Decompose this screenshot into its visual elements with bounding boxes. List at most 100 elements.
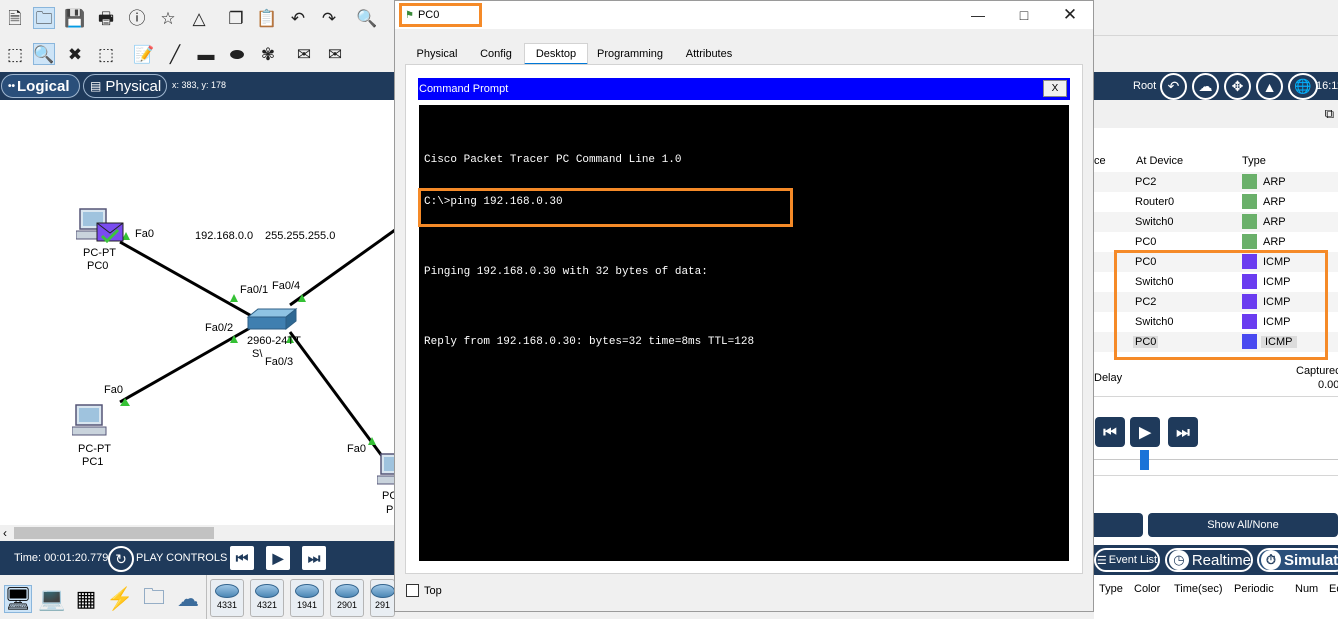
copy-icon[interactable]: ❐ bbox=[225, 7, 247, 29]
physical-tab[interactable]: ▤ Physical bbox=[83, 74, 167, 98]
cloud-icon[interactable]: ☁ bbox=[1192, 73, 1219, 100]
wizard-icon[interactable]: ☆ bbox=[157, 7, 179, 29]
tab-config-label: Config bbox=[480, 48, 512, 60]
sim-forward-button[interactable]: ⏭ bbox=[1168, 417, 1198, 447]
switch-device[interactable] bbox=[246, 307, 298, 333]
info-icon[interactable]: ⓘ bbox=[126, 7, 148, 29]
router-2911[interactable]: 291 bbox=[370, 579, 395, 617]
show-all-none-button[interactable]: Show All/None bbox=[1148, 513, 1338, 537]
event-at-device: Switch0 bbox=[1135, 216, 1174, 228]
router-icon bbox=[335, 584, 359, 598]
complex-pdu-icon[interactable]: ✉ bbox=[324, 43, 346, 65]
forward-step-button[interactable]: ⏭ bbox=[300, 544, 328, 572]
new-file-icon[interactable]: 🗎 bbox=[4, 7, 26, 29]
top-checkbox[interactable] bbox=[406, 584, 419, 597]
router-4331[interactable]: 4331 bbox=[210, 579, 244, 617]
undo-icon[interactable]: ↶ bbox=[287, 7, 309, 29]
pc1-device[interactable] bbox=[72, 403, 110, 437]
console-line: Pinging 192.168.0.30 with 32 bytes of da… bbox=[424, 266, 708, 278]
logical-workspace[interactable]: Fa0 PC-PT PC0 192.168.0.0 255.255.255.0 … bbox=[0, 100, 395, 525]
type-header: Type bbox=[1242, 155, 1266, 167]
rectangle-icon[interactable]: ▬ bbox=[195, 43, 217, 65]
edit-filters-button[interactable] bbox=[1094, 513, 1143, 537]
simulation-tab[interactable]: ⏱ Simulati bbox=[1257, 548, 1338, 572]
command-prompt-close-button[interactable]: X bbox=[1043, 80, 1067, 97]
desktop-panel: Command Prompt X Cisco Packet Tracer PC … bbox=[405, 64, 1083, 574]
window-titlebar[interactable]: ⚑ PC0 — □ ✕ bbox=[395, 1, 1093, 29]
simple-pdu-icon[interactable]: ✉ bbox=[293, 43, 315, 65]
event-row[interactable]: Switch0 ARP bbox=[1094, 212, 1338, 232]
scroll-left-icon[interactable]: ‹ bbox=[3, 526, 7, 540]
window-title-box: ⚑ PC0 bbox=[399, 3, 482, 27]
router-1941[interactable]: 1941 bbox=[290, 579, 324, 617]
globe-icon[interactable]: 🌐 bbox=[1288, 73, 1318, 100]
pdu-column-header: Periodic bbox=[1234, 583, 1274, 595]
event-row[interactable]: Router0 ARP bbox=[1094, 192, 1338, 212]
resize-icon[interactable]: ⬚ bbox=[95, 43, 117, 65]
move-icon[interactable]: ✥ bbox=[1224, 73, 1251, 100]
select-icon[interactable]: ⬚ bbox=[4, 43, 26, 65]
speed-slider-thumb[interactable] bbox=[1140, 450, 1149, 470]
print-icon[interactable]: 🖶 bbox=[95, 7, 117, 29]
tab-physical[interactable]: Physical bbox=[407, 43, 467, 65]
minimize-button[interactable]: — bbox=[955, 3, 1001, 27]
line-icon[interactable]: ╱ bbox=[164, 43, 186, 65]
multiuser-icon[interactable]: ☁ bbox=[174, 585, 202, 613]
pc0-model-label: PC-PT bbox=[83, 247, 116, 259]
delay-label: Delay bbox=[1094, 372, 1123, 384]
note-icon[interactable]: 📝 bbox=[133, 43, 155, 65]
zoom-in-icon[interactable]: 🔍 bbox=[356, 7, 378, 29]
pdu-list-header: Type Color Time(sec) Periodic Num Ed bbox=[1094, 575, 1338, 619]
sim-play-button[interactable]: ▶ bbox=[1130, 417, 1160, 447]
components-icon[interactable]: ▦ bbox=[72, 585, 100, 613]
link-pc0-switch bbox=[119, 240, 256, 320]
scroll-thumb[interactable] bbox=[14, 527, 214, 539]
restore-panel-icon[interactable]: ⧉ bbox=[1325, 106, 1334, 122]
pc2-device[interactable] bbox=[377, 452, 395, 486]
event-list-tab[interactable]: ☰ Event List bbox=[1094, 548, 1160, 572]
reset-time-icon[interactable]: ↻ bbox=[108, 546, 134, 572]
tab-physical-label: Physical bbox=[416, 48, 458, 60]
command-console[interactable]: Cisco Packet Tracer PC Command Line 1.0 … bbox=[419, 105, 1069, 561]
play-button[interactable]: ▶ bbox=[264, 544, 292, 572]
background-icon[interactable]: ▲ bbox=[1256, 73, 1283, 100]
device-palette: 🖥 💻 ▦ ⚡ 🗀 ☁ 4331 4321 1941 2901 291 bbox=[0, 575, 395, 619]
icmp-highlight-box bbox=[1114, 250, 1328, 360]
router-2901[interactable]: 2901 bbox=[330, 579, 364, 617]
misc-icon[interactable]: 🗀 bbox=[140, 584, 168, 613]
window-title: PC0 bbox=[417, 9, 440, 21]
captured-label: Capturec bbox=[1296, 365, 1338, 377]
logical-tab[interactable]: •• Logical bbox=[1, 74, 80, 98]
sim-back-button[interactable]: ⏮ bbox=[1095, 417, 1125, 447]
tab-desktop[interactable]: Desktop bbox=[524, 43, 588, 65]
delete-icon[interactable]: ✖ bbox=[64, 43, 86, 65]
close-button[interactable]: ✕ bbox=[1047, 3, 1093, 27]
port-fa01-label: Fa0/1 bbox=[240, 284, 269, 296]
tab-config[interactable]: Config bbox=[471, 43, 521, 65]
inspect-icon[interactable]: 🔍 bbox=[33, 43, 55, 65]
pc2-port-label: Fa0 bbox=[347, 443, 366, 455]
save-icon[interactable]: 💾 bbox=[64, 7, 86, 29]
tab-attributes[interactable]: Attributes bbox=[673, 43, 745, 65]
realtime-tab[interactable]: ◷ Realtime bbox=[1165, 548, 1253, 572]
console-line: Reply from 192.168.0.30: bytes=32 time=8… bbox=[424, 336, 755, 348]
event-row[interactable]: PC2 ARP bbox=[1094, 172, 1338, 192]
workspace-hscrollbar[interactable]: ‹ bbox=[0, 525, 395, 541]
connections-icon[interactable]: ⚡ bbox=[106, 585, 134, 613]
show-all-none-label: Show All/None bbox=[1207, 519, 1279, 531]
back-step-button[interactable]: ⏮ bbox=[228, 544, 256, 572]
router-4321[interactable]: 4321 bbox=[250, 579, 284, 617]
tab-programming[interactable]: Programming bbox=[591, 43, 669, 65]
freeform-icon[interactable]: ✾ bbox=[257, 43, 279, 65]
event-row[interactable]: PC0 ARP bbox=[1094, 232, 1338, 252]
open-folder-icon[interactable]: 🗀 bbox=[33, 7, 55, 29]
redo-icon[interactable]: ↷ bbox=[318, 7, 340, 29]
end-devices-icon[interactable]: 💻 bbox=[38, 585, 66, 613]
paste-icon[interactable]: 📋 bbox=[256, 7, 278, 29]
ellipse-icon[interactable]: ⬬ bbox=[226, 43, 248, 65]
right-toolbar bbox=[1094, 0, 1338, 72]
maximize-button[interactable]: □ bbox=[1001, 3, 1047, 27]
sketch-icon[interactable]: △ bbox=[188, 7, 210, 29]
network-devices-icon[interactable]: 🖥 bbox=[4, 585, 32, 613]
back-icon[interactable]: ↶ bbox=[1160, 73, 1187, 100]
